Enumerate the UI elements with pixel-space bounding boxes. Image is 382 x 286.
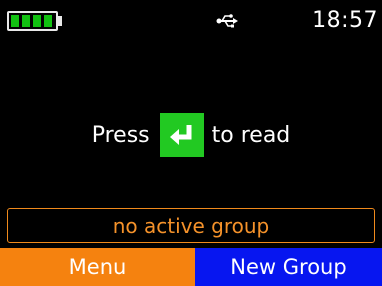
device-screen: 18:57 Press to read no active group Menu… [0, 0, 382, 286]
battery-icon [7, 11, 58, 31]
clock: 18:57 [312, 8, 378, 33]
battery-cell [33, 15, 41, 27]
battery-cell [11, 15, 19, 27]
battery-level [11, 15, 52, 27]
enter-arrow-icon [169, 125, 192, 145]
prompt-text-before: Press [91, 122, 150, 148]
battery-cell [22, 15, 30, 27]
new-group-button[interactable]: New Group [195, 248, 382, 286]
group-status-text: no active group [112, 213, 270, 238]
usb-icon [216, 14, 238, 28]
battery-tip [58, 16, 62, 26]
new-group-button-label: New Group [230, 255, 347, 279]
group-status-box: no active group [7, 208, 375, 243]
enter-key-icon [159, 113, 204, 157]
softkey-bar: Menu New Group [0, 248, 382, 286]
menu-button[interactable]: Menu [0, 248, 195, 286]
menu-button-label: Menu [68, 255, 127, 279]
battery-cell [44, 15, 52, 27]
read-prompt: Press to read [0, 113, 382, 157]
prompt-text-after: to read [211, 122, 291, 148]
